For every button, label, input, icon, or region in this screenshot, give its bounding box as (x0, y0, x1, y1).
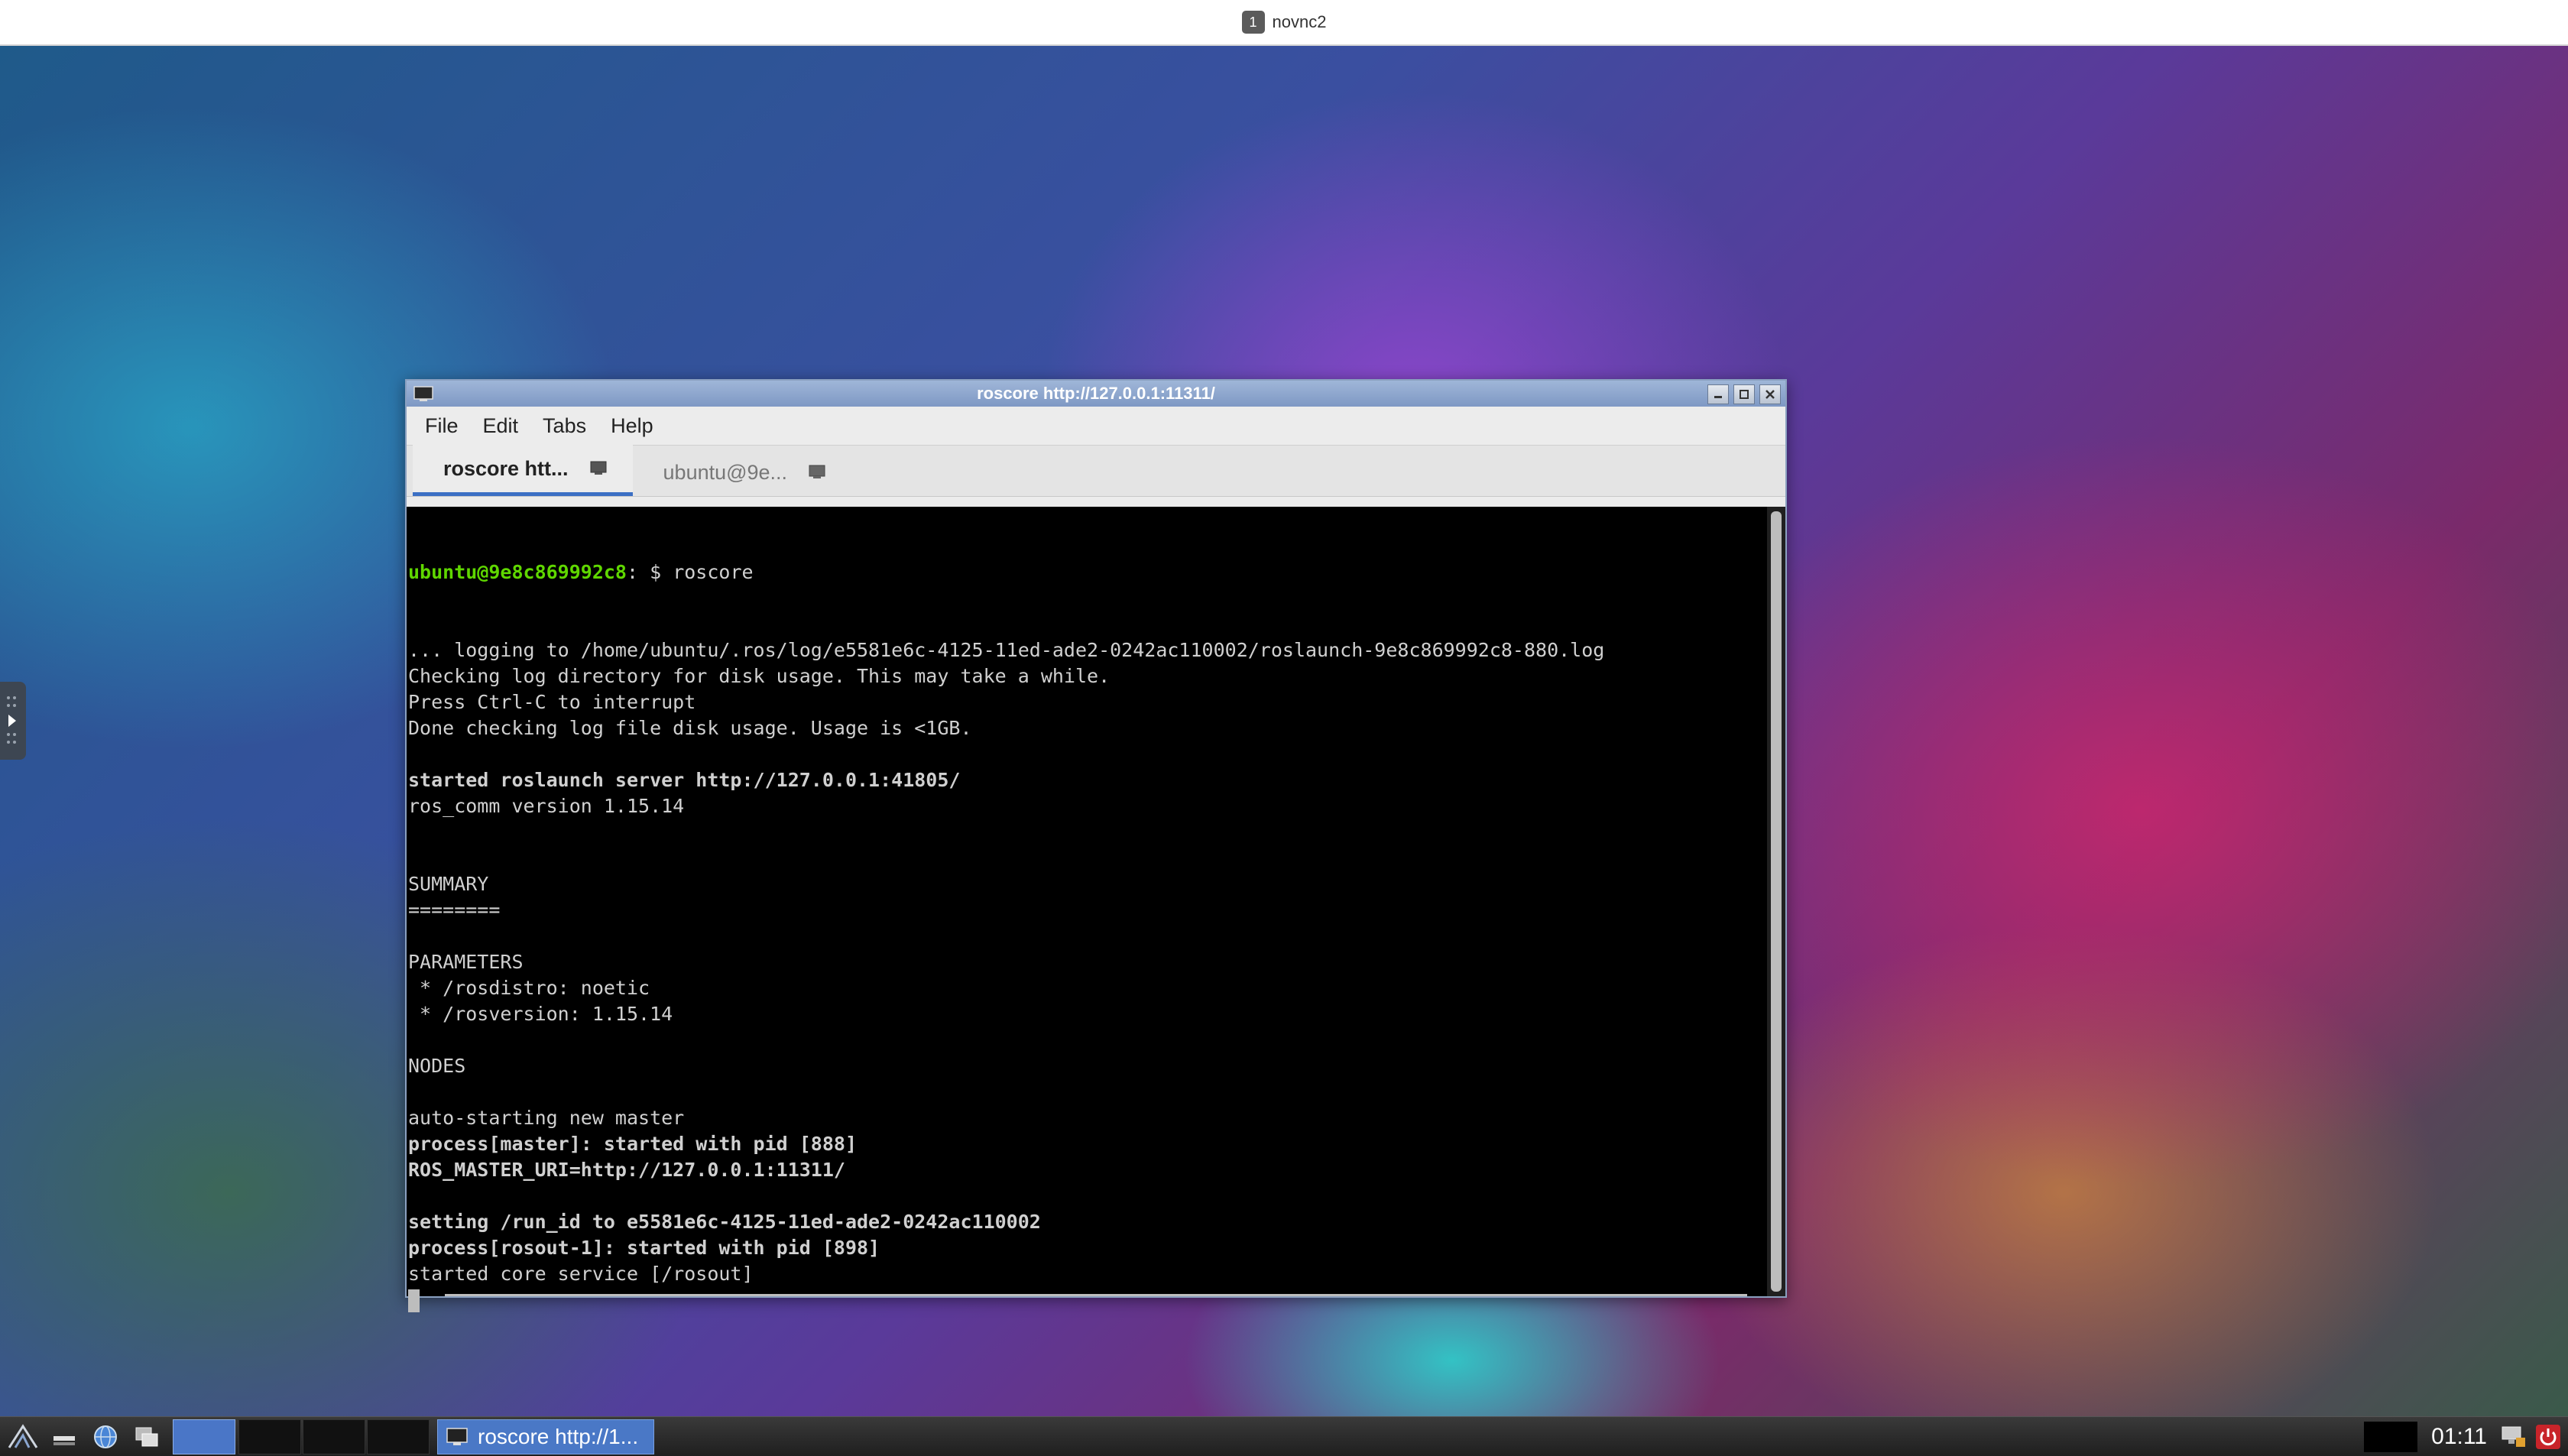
novnc-sidebar-handle[interactable] (0, 682, 26, 760)
scrollbar-thumb[interactable] (1771, 511, 1782, 1292)
terminal-line: started core service [/rosout] (408, 1263, 754, 1285)
tab-close-icon[interactable] (807, 463, 828, 482)
taskbar: roscore http://1... 01:11 (0, 1416, 2568, 1456)
browser-launcher[interactable] (87, 1420, 124, 1454)
vnc-session-title: novnc2 (1272, 12, 1327, 31)
prompt-command: : $ roscore (626, 561, 754, 583)
terminal-line: ... logging to /home/ubuntu/.ros/log/e55… (408, 639, 1605, 661)
system-tray: 01:11 (2364, 1417, 2568, 1456)
lxde-logo-icon (8, 1424, 38, 1448)
menu-bar: File Edit Tabs Help (407, 407, 1785, 446)
power-icon (2536, 1425, 2560, 1449)
terminal-icon (446, 1428, 468, 1445)
windows-icon (135, 1427, 158, 1447)
terminal-line: process[master]: started with pid [888] (408, 1133, 857, 1155)
prompt-user: ubuntu@9e8c869992c8 (408, 561, 627, 583)
tab-label: roscore htt... (443, 456, 569, 480)
terminal-line: started roslaunch server http://127.0.0.… (408, 769, 961, 791)
globe-icon (94, 1425, 117, 1448)
window-titlebar[interactable]: roscore http://127.0.0.1:11311/ (407, 381, 1785, 407)
menu-edit[interactable]: Edit (474, 411, 528, 441)
workspace-number-badge[interactable]: 1 (1241, 11, 1265, 34)
close-icon (1765, 390, 1775, 399)
terminal-window: roscore http://127.0.0.1:11311/ File Edi… (405, 379, 1787, 1312)
tab-ubuntu[interactable]: ubuntu@9e... (633, 449, 852, 496)
network-status[interactable] (2498, 1422, 2528, 1452)
workspace-4[interactable] (367, 1419, 430, 1454)
tab-label: ubuntu@9e... (663, 460, 788, 484)
start-menu-button[interactable] (5, 1420, 41, 1454)
clock[interactable]: 01:11 (2431, 1424, 2487, 1450)
show-desktop-button[interactable] (46, 1420, 83, 1454)
minimize-icon (1714, 396, 1722, 398)
network-icon (2502, 1426, 2525, 1447)
cpu-monitor[interactable] (2364, 1422, 2418, 1452)
terminal-text: ubuntu@9e8c869992c8: $ roscore ... loggi… (408, 507, 1765, 1312)
terminal-line: Done checking log file disk usage. Usage… (408, 717, 972, 739)
workspace-2[interactable] (238, 1419, 301, 1454)
tab-close-icon[interactable] (588, 459, 610, 478)
terminal-line: SUMMARY (408, 873, 489, 895)
vnc-top-bar: 1 novnc2 (0, 0, 2568, 46)
terminal-line: ROS_MASTER_URI=http://127.0.0.1:11311/ (408, 1159, 845, 1181)
prompt-line: ubuntu@9e8c869992c8: $ roscore (408, 559, 1765, 585)
cursor-line (408, 1287, 1765, 1313)
window-list-launcher[interactable] (128, 1420, 165, 1454)
terminal-line: Press Ctrl-C to interrupt (408, 691, 696, 713)
terminal-line: ======== (408, 899, 501, 921)
menu-help[interactable]: Help (601, 411, 663, 441)
menu-tabs[interactable]: Tabs (533, 411, 595, 441)
window-title: roscore http://127.0.0.1:11311/ (977, 384, 1215, 403)
show-desktop-icon (54, 1436, 75, 1445)
vertical-scrollbar[interactable] (1767, 507, 1785, 1296)
horizontal-scrollbar[interactable] (445, 1294, 1747, 1296)
terminal-line: Checking log directory for disk usage. T… (408, 665, 1111, 687)
terminal-line: * /rosversion: 1.15.14 (408, 1003, 673, 1025)
desktop-wallpaper: roscore http://127.0.0.1:11311/ File Edi… (0, 46, 2568, 1416)
drag-handle-icon (7, 696, 16, 744)
terminal-cursor (408, 1289, 420, 1312)
terminal-line: NODES (408, 1055, 466, 1077)
terminal-line: * /rosdistro: noetic (408, 977, 650, 999)
task-label: roscore http://1... (478, 1425, 639, 1448)
menu-file[interactable]: File (416, 411, 468, 441)
taskbar-task-roscore[interactable]: roscore http://1... (437, 1419, 654, 1454)
tab-bar: roscore htt... ubuntu@9e... (407, 445, 1785, 497)
close-button[interactable] (1759, 384, 1781, 404)
terminal-line: auto-starting new master (408, 1107, 685, 1129)
workspace-1[interactable] (173, 1419, 235, 1454)
logout-button[interactable] (2533, 1422, 2563, 1452)
minimize-button[interactable] (1707, 384, 1729, 404)
terminal-line: PARAMETERS (408, 951, 524, 973)
maximize-icon (1740, 390, 1749, 399)
terminal-output-area[interactable]: ubuntu@9e8c869992c8: $ roscore ... loggi… (407, 507, 1785, 1312)
tab-roscore[interactable]: roscore htt... (413, 445, 633, 496)
terminal-line: setting /run_id to e5581e6c-4125-11ed-ad… (408, 1211, 1041, 1233)
terminal-line: ros_comm version 1.15.14 (408, 795, 685, 817)
maximize-button[interactable] (1733, 384, 1755, 404)
workspace-3[interactable] (303, 1419, 365, 1454)
terminal-line: process[rosout-1]: started with pid [898… (408, 1237, 880, 1259)
